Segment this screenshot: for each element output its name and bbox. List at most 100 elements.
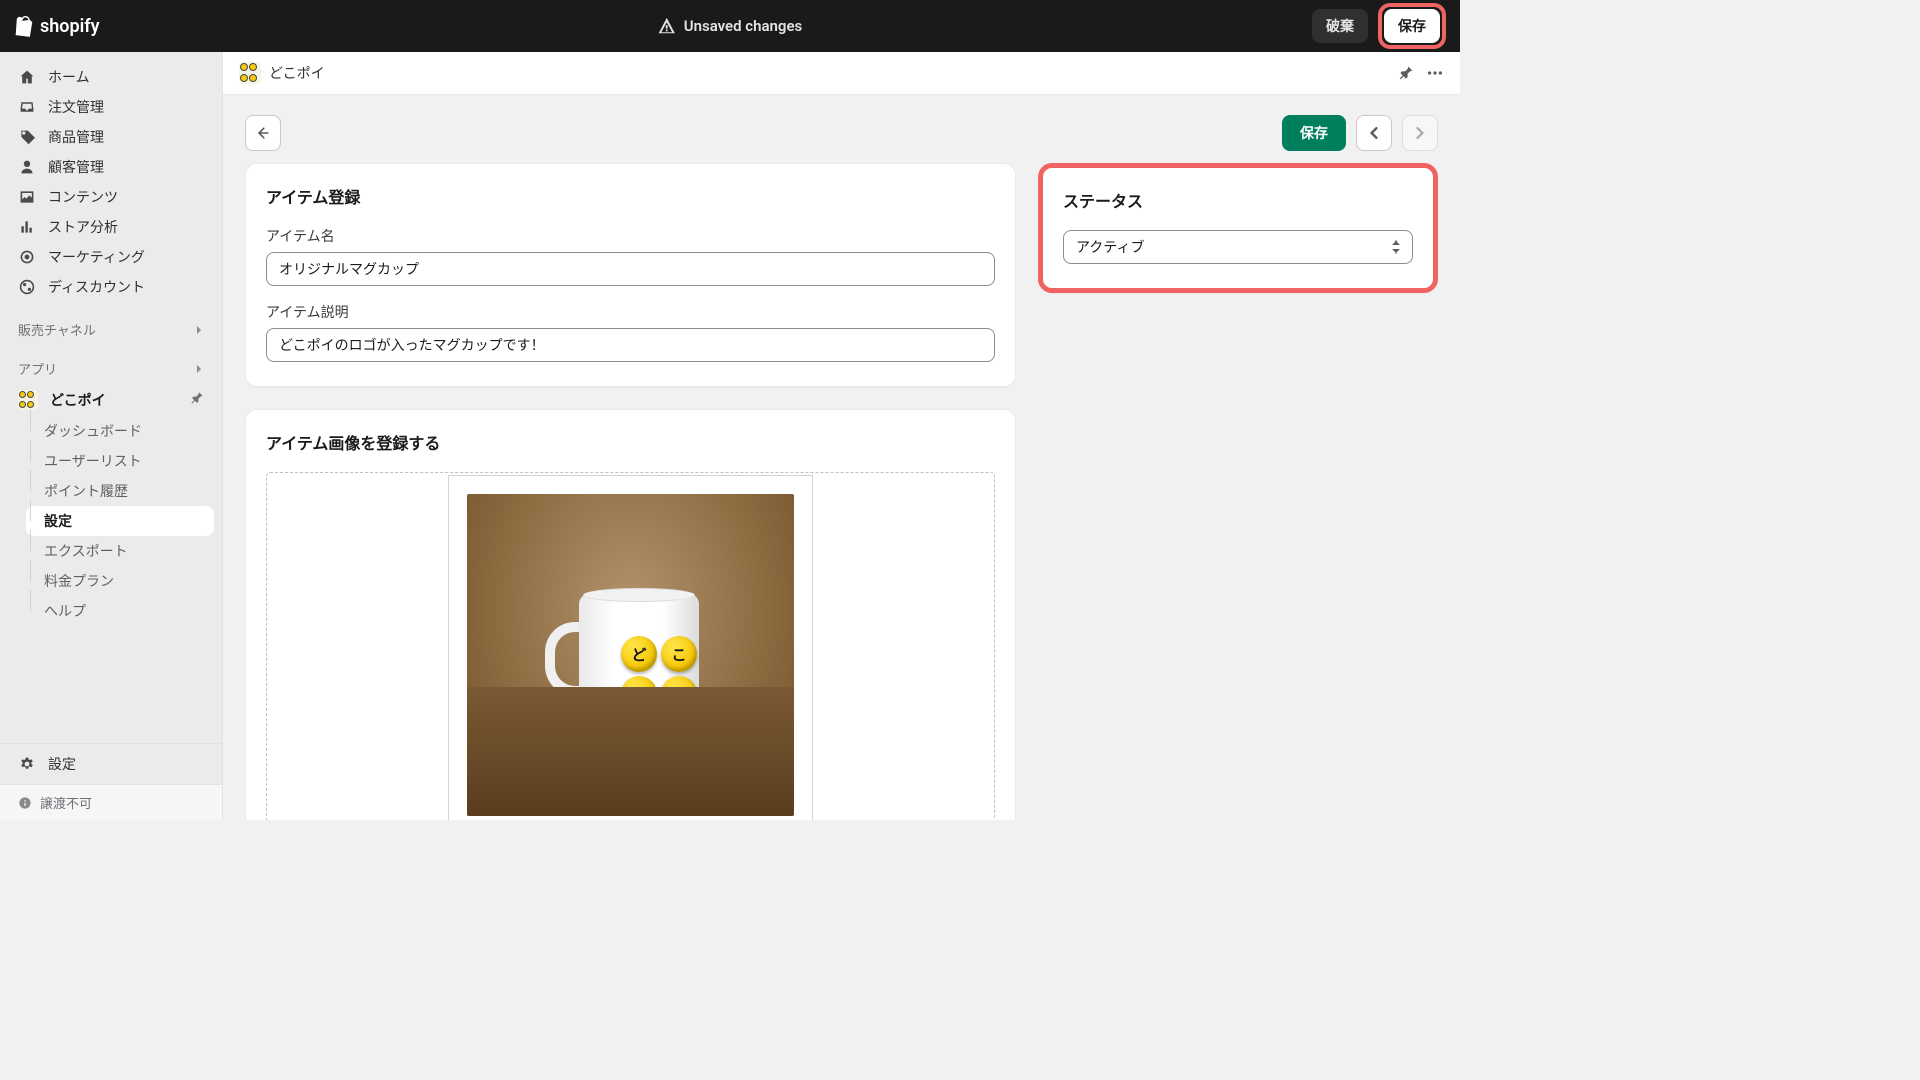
main-column: アイテム登録 アイテム名 アイテム説明 アイテム画像を登録する bbox=[245, 163, 1016, 820]
item-desc-label: アイテム説明 bbox=[266, 302, 995, 322]
subnav-export[interactable]: エクスポート bbox=[26, 536, 214, 566]
item-name-label: アイテム名 bbox=[266, 226, 995, 246]
pin-icon[interactable] bbox=[1398, 65, 1414, 81]
subnav-help[interactable]: ヘルプ bbox=[26, 596, 214, 626]
app-header-actions bbox=[1398, 64, 1444, 82]
nav-label: 注文管理 bbox=[48, 97, 104, 117]
logo-badge: こ bbox=[661, 636, 697, 672]
app-subnav: ダッシュボード ユーザーリスト ポイント履歴 設定 エクスポート 料金プラン ヘ… bbox=[0, 416, 222, 626]
save-button-top[interactable]: 保存 bbox=[1384, 9, 1440, 43]
nav-marketing[interactable]: マーケティング bbox=[8, 242, 214, 272]
image-dropzone[interactable]: ど こ ポ イ bbox=[266, 472, 995, 820]
mug-product-image: ど こ ポ イ bbox=[467, 494, 794, 816]
percent-icon bbox=[18, 278, 36, 296]
apps-heading[interactable]: アプリ bbox=[0, 345, 222, 384]
subnav-label: ダッシュボード bbox=[44, 424, 142, 440]
item-image-card: アイテム画像を登録する ど こ ポ イ bbox=[245, 409, 1016, 820]
info-icon bbox=[18, 796, 32, 810]
prev-button[interactable] bbox=[1356, 115, 1392, 151]
home-icon bbox=[18, 68, 36, 86]
subnav-settings[interactable]: 設定 bbox=[26, 506, 214, 536]
brand-text: shopify bbox=[40, 16, 100, 37]
image-icon bbox=[18, 188, 36, 206]
nav-content[interactable]: コンテンツ bbox=[8, 182, 214, 212]
sales-channels-heading[interactable]: 販売チャネル bbox=[0, 306, 222, 345]
nav-orders[interactable]: 注文管理 bbox=[8, 92, 214, 122]
nav-label: ホーム bbox=[48, 67, 90, 87]
save-button-highlight: 保存 bbox=[1378, 3, 1446, 49]
item-register-card: アイテム登録 アイテム名 アイテム説明 bbox=[245, 163, 1016, 387]
item-name-field: アイテム名 bbox=[266, 226, 995, 286]
sidebar: ホーム 注文管理 商品管理 顧客管理 コンテンツ ストア分析 マーケティング bbox=[0, 52, 223, 820]
subnav-plan[interactable]: 料金プラン bbox=[26, 566, 214, 596]
person-icon bbox=[18, 158, 36, 176]
subnav-dashboard[interactable]: ダッシュボード bbox=[26, 416, 214, 446]
status-select-wrap: アクティブ bbox=[1063, 230, 1413, 264]
subnav-label: ユーザーリスト bbox=[44, 454, 142, 470]
dokopoi-app-icon bbox=[239, 62, 261, 84]
nav-home[interactable]: ホーム bbox=[8, 62, 214, 92]
item-image-heading: アイテム画像を登録する bbox=[266, 430, 995, 454]
item-desc-input[interactable] bbox=[266, 328, 995, 362]
nav-products[interactable]: 商品管理 bbox=[8, 122, 214, 152]
nav-discounts[interactable]: ディスカウント bbox=[8, 272, 214, 302]
nav-label: コンテンツ bbox=[48, 187, 118, 207]
nav-customers[interactable]: 顧客管理 bbox=[8, 152, 214, 182]
transfer-disabled-bar: 譲渡不可 bbox=[0, 784, 222, 820]
subnav-label: エクスポート bbox=[44, 544, 128, 560]
sidebar-app-dokopoi[interactable]: どこポイ bbox=[0, 384, 222, 416]
toolbar-right: 保存 bbox=[1282, 115, 1438, 151]
primary-nav: ホーム 注文管理 商品管理 顧客管理 コンテンツ ストア分析 マーケティング bbox=[0, 52, 222, 306]
topbar-actions: 破棄 保存 bbox=[1312, 3, 1446, 49]
page-toolbar: 保存 bbox=[223, 95, 1460, 163]
bar-chart-icon bbox=[18, 218, 36, 236]
status-heading: ステータス bbox=[1063, 188, 1413, 212]
subnav-label: ポイント履歴 bbox=[44, 484, 128, 500]
unsaved-label: Unsaved changes bbox=[684, 17, 803, 35]
gear-icon bbox=[18, 755, 36, 773]
item-register-heading: アイテム登録 bbox=[266, 184, 995, 208]
settings-label: 設定 bbox=[48, 754, 76, 774]
nav-label: ストア分析 bbox=[48, 217, 118, 237]
nav-label: ディスカウント bbox=[48, 277, 145, 297]
arrow-left-icon bbox=[255, 125, 271, 141]
item-name-input[interactable] bbox=[266, 252, 995, 286]
heading-label: 販売チャネル bbox=[18, 320, 96, 339]
unsaved-changes-indicator: Unsaved changes bbox=[658, 17, 803, 35]
nav-settings-bottom[interactable]: 設定 bbox=[0, 744, 222, 784]
nav-label: 商品管理 bbox=[48, 127, 104, 147]
status-select[interactable]: アクティブ bbox=[1063, 230, 1413, 264]
shopify-bag-icon bbox=[14, 15, 34, 37]
discard-button[interactable]: 破棄 bbox=[1312, 9, 1368, 43]
status-card: ステータス アクティブ bbox=[1038, 163, 1438, 293]
content-area: どこポイ 保存 アイテム登録 アイテム名 bbox=[223, 52, 1460, 820]
subnav-user-list[interactable]: ユーザーリスト bbox=[26, 446, 214, 476]
logo-badge: イ bbox=[661, 676, 697, 712]
chevron-left-icon bbox=[1368, 127, 1380, 139]
tag-icon bbox=[18, 128, 36, 146]
alert-icon bbox=[658, 17, 676, 35]
dokopoi-app-icon bbox=[18, 390, 38, 410]
chevron-right-icon bbox=[194, 364, 204, 374]
save-button-page[interactable]: 保存 bbox=[1282, 115, 1346, 151]
select-chevron-icon bbox=[1391, 240, 1401, 254]
inbox-icon bbox=[18, 98, 36, 116]
next-button[interactable] bbox=[1402, 115, 1438, 151]
side-column: ステータス アクティブ bbox=[1038, 163, 1438, 315]
chevron-right-icon bbox=[194, 325, 204, 335]
pin-icon[interactable] bbox=[190, 391, 204, 409]
subnav-point-history[interactable]: ポイント履歴 bbox=[26, 476, 214, 506]
back-button[interactable] bbox=[245, 115, 281, 151]
subnav-label: 料金プラン bbox=[44, 574, 114, 590]
more-icon[interactable] bbox=[1426, 64, 1444, 82]
item-desc-field: アイテム説明 bbox=[266, 302, 995, 362]
nav-label: 顧客管理 bbox=[48, 157, 104, 177]
logo-badge: ど bbox=[621, 636, 657, 672]
chevron-right-icon bbox=[1414, 127, 1426, 139]
image-thumbnail[interactable]: ど こ ポ イ bbox=[448, 475, 813, 820]
nav-analytics[interactable]: ストア分析 bbox=[8, 212, 214, 242]
app-name-label: どこポイ bbox=[50, 390, 106, 410]
app-header: どこポイ bbox=[223, 52, 1460, 95]
logo-badge: ポ bbox=[621, 676, 657, 712]
subnav-label: 設定 bbox=[44, 514, 72, 530]
